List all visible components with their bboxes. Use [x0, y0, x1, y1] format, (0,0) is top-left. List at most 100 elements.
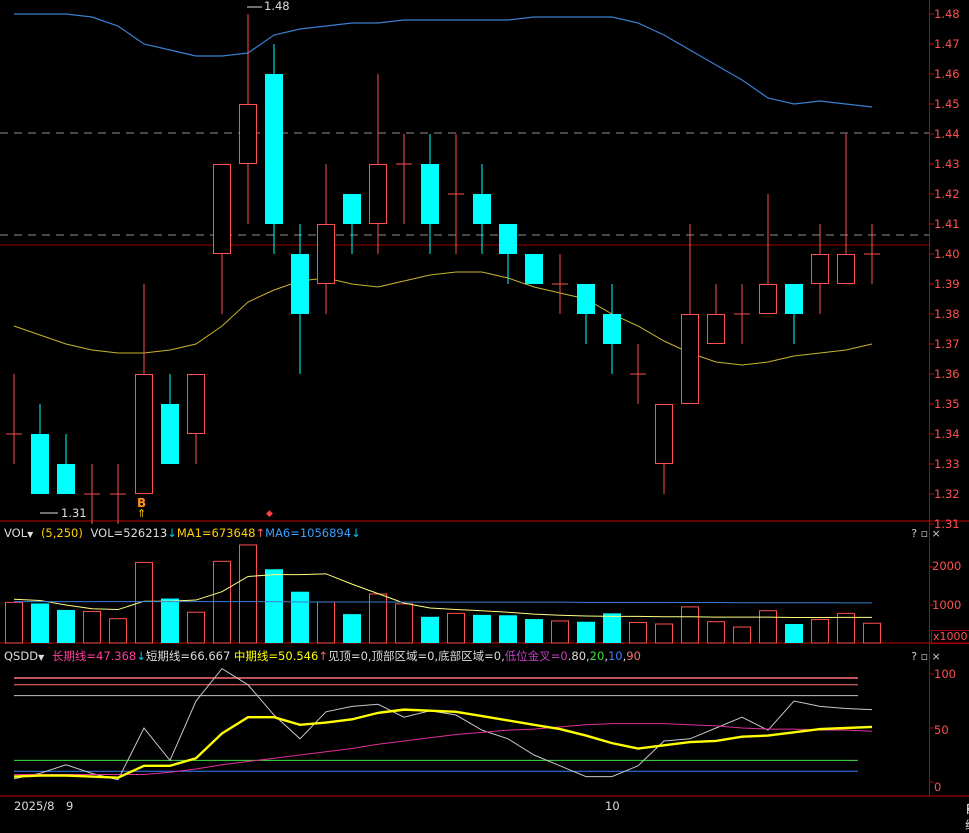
- qsdd-long: 长期线=47.368: [51, 649, 137, 663]
- candle-body: [265, 74, 283, 224]
- candle: [759, 194, 777, 314]
- candle: [811, 224, 829, 314]
- price-tick-label: 1.48: [934, 7, 960, 21]
- volume-bar: [161, 598, 179, 643]
- vol-ma1: MA1=673648: [176, 526, 256, 540]
- qsdd-long-arrow: ↓: [136, 649, 146, 663]
- candle: [525, 254, 543, 284]
- volume-bar: [83, 610, 101, 644]
- price-tick-label: 1.47: [934, 37, 960, 51]
- vol-panel-buttons[interactable]: ? ▫ ×: [903, 525, 949, 542]
- candle-body: [473, 194, 491, 224]
- candle-body: [811, 254, 829, 284]
- volume-bar: [733, 626, 751, 644]
- candle: [31, 404, 49, 494]
- candle-body: [655, 404, 673, 464]
- candle: [473, 164, 491, 254]
- qsdd-extra-80: 80: [571, 649, 587, 663]
- volume-bar: [525, 619, 543, 643]
- vol-ma6-arrow: ↓: [351, 526, 361, 540]
- candle: [317, 164, 335, 314]
- candle: [577, 284, 595, 344]
- candle: [655, 404, 673, 494]
- qsdd-axis-100: 100: [934, 667, 956, 681]
- volume-bar: [109, 618, 127, 644]
- price-tick-label: 1.44: [934, 127, 960, 141]
- price-tick-label: 1.42: [934, 187, 960, 201]
- marker-diamond-icon: ◆: [266, 509, 273, 519]
- volume-bar: [707, 621, 725, 644]
- qsdd-gold: 低位金叉=0: [504, 649, 568, 663]
- volume-bar: [785, 624, 803, 643]
- volume-bar: [811, 618, 829, 644]
- candle: [785, 284, 803, 344]
- vol-unit-label: x1000: [931, 630, 969, 644]
- candle: [369, 74, 387, 254]
- candle: [213, 164, 231, 314]
- price-tick-label: 1.36: [934, 367, 960, 381]
- candle-body: [57, 464, 75, 494]
- candle: [707, 284, 725, 344]
- volume-bar: [369, 593, 387, 644]
- volume-bar: [265, 569, 283, 643]
- candle: [291, 224, 309, 374]
- qsdd-lines: [13, 667, 934, 783]
- candle: [837, 134, 855, 284]
- candle: [864, 224, 880, 284]
- vol-selector[interactable]: VOL▼: [4, 526, 33, 540]
- candle-body: [317, 224, 335, 284]
- buy-arrow-icon: ⇑: [137, 507, 147, 520]
- qsdd-panel-buttons[interactable]: ? ▫ ×: [903, 648, 949, 665]
- qsdd-top: 见顶=0: [327, 649, 368, 663]
- volume-bar: [577, 621, 595, 643]
- volume-bar: [473, 614, 491, 643]
- candle-body: [785, 284, 803, 314]
- candle: [161, 374, 179, 464]
- volume-bar: [447, 612, 465, 644]
- price-tick-label: 1.46: [934, 67, 960, 81]
- volume-bar: [551, 620, 569, 644]
- qsdd-axis-50: 50: [934, 723, 949, 737]
- vol-axis-2000: 2000: [932, 559, 962, 573]
- price-tick-label: 1.38: [934, 307, 960, 321]
- stock-chart[interactable]: [0, 0, 969, 816]
- volume-bar: [187, 611, 205, 644]
- date-start: 2025/8: [14, 799, 55, 813]
- vol-params: (5,250): [40, 526, 83, 540]
- price-tick-label: 1.41: [934, 217, 960, 231]
- candle-body: [525, 254, 543, 284]
- bollinger-lines: [13, 13, 873, 366]
- date-axis: 2025/8 9 10 ⬇日线: [0, 797, 969, 832]
- qsdd-extra-90: 90: [626, 649, 641, 663]
- qsdd-top-zone: 顶部区域=0: [371, 649, 435, 663]
- volume-bar: [759, 610, 777, 644]
- volume-bar: [655, 623, 673, 644]
- candle-body: [603, 314, 621, 344]
- volume-bar: [343, 614, 361, 643]
- price-tick-label: 1.40: [934, 247, 960, 261]
- vol-arrow: ↓: [167, 526, 177, 540]
- volume-bar: [863, 622, 881, 644]
- candle: [681, 224, 699, 404]
- candle: [734, 284, 750, 344]
- volume-bar: [57, 609, 75, 643]
- volume-bar: [5, 601, 23, 644]
- candle-body: [291, 254, 309, 314]
- vol-ma6: MA6=1056894: [265, 526, 352, 540]
- volume-bar: [395, 603, 413, 644]
- candle: [448, 134, 464, 254]
- candle: [630, 344, 646, 404]
- candle: [265, 44, 283, 254]
- qsdd-mid-line: [13, 708, 873, 779]
- candle-body: [135, 374, 153, 494]
- candle: [110, 464, 126, 524]
- qsdd-extra-20: 20: [589, 649, 605, 663]
- candle: [499, 224, 517, 284]
- candle: [6, 374, 22, 464]
- candle-body: [31, 434, 49, 494]
- volume-bar: [31, 603, 49, 643]
- qsdd-selector[interactable]: QSDD▼: [4, 649, 44, 663]
- price-tick-label: 1.34: [934, 427, 960, 441]
- candle-body: [759, 284, 777, 314]
- price-tick-label: 1.33: [934, 457, 960, 471]
